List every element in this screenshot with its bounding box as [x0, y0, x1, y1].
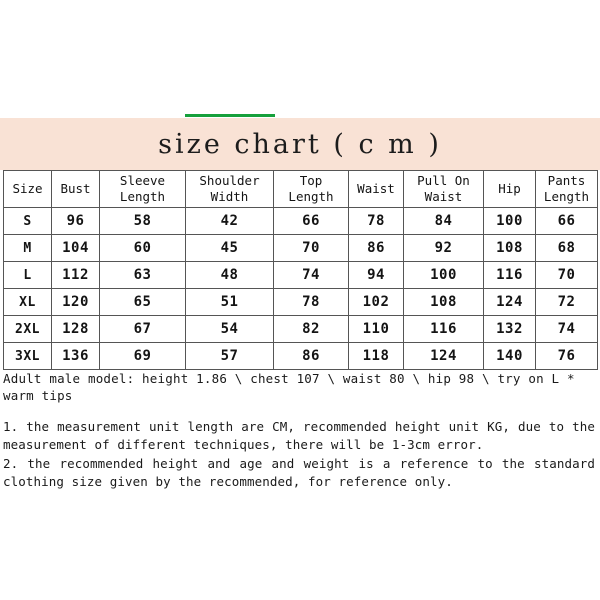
column-header-line: Pants [547, 173, 586, 188]
table-row: M 104 60 45 70 86 92 108 68 [3, 234, 598, 262]
column-header: Shoulder Width [185, 170, 274, 208]
table-row: 3XL 136 69 57 86 118 124 140 76 [3, 342, 598, 370]
table-row: S 96 58 42 66 78 84 100 66 [3, 207, 598, 235]
measurement-cell: 118 [348, 342, 404, 370]
measurement-cell: 116 [403, 315, 484, 343]
measurement-cell: 86 [273, 342, 349, 370]
size-table-container: Size Bust Sleeve Length Shoulder Width Top Leng… [3, 170, 598, 370]
measurement-cell: 58 [99, 207, 186, 235]
size-label-cell: M [3, 234, 52, 262]
measurement-cell: 100 [483, 207, 536, 235]
size-chart-page: size chart ( c m ) Size Bust Sleeve Length S… [0, 0, 600, 600]
column-header-line: Top [299, 173, 323, 188]
title-banner: size chart ( c m ) [0, 118, 600, 170]
size-label-cell: 2XL [3, 315, 52, 343]
measurement-cell: 48 [185, 261, 274, 289]
measurement-cell: 66 [535, 207, 598, 235]
measurement-cell: 65 [99, 288, 186, 316]
measurement-cell: 104 [51, 234, 100, 262]
page-title: size chart ( c m ) [158, 128, 442, 160]
measurement-cell: 86 [348, 234, 404, 262]
green-accent-rule [185, 114, 275, 117]
column-header: Top Length [273, 170, 349, 208]
column-header-line: Sleeve [119, 173, 166, 188]
measurement-cell: 66 [273, 207, 349, 235]
measurement-cell: 74 [535, 315, 598, 343]
notes-section: 1. the measurement unit length are CM, r… [3, 418, 595, 492]
size-label-cell: L [3, 261, 52, 289]
measurement-cell: 116 [483, 261, 536, 289]
column-header-line: Pull On [417, 173, 470, 188]
measurement-cell: 102 [348, 288, 404, 316]
column-header: Waist [348, 170, 404, 208]
measurement-cell: 72 [535, 288, 598, 316]
measurement-cell: 74 [273, 261, 349, 289]
measurement-cell: 63 [99, 261, 186, 289]
measurement-cell: 70 [535, 261, 598, 289]
measurement-cell: 60 [99, 234, 186, 262]
column-header: Bust [51, 170, 100, 208]
measurement-cell: 132 [483, 315, 536, 343]
measurement-cell: 78 [273, 288, 349, 316]
column-header-line: Size [12, 181, 43, 196]
size-label-cell: 3XL [3, 342, 52, 370]
column-header-line: Length [543, 189, 590, 204]
measurement-cell: 82 [273, 315, 349, 343]
measurement-cell: 69 [99, 342, 186, 370]
note-item: 1. the measurement unit length are CM, r… [3, 419, 595, 452]
measurement-cell: 140 [483, 342, 536, 370]
column-header-line: Hip [498, 181, 521, 196]
measurement-cell: 100 [403, 261, 484, 289]
measurement-cell: 68 [535, 234, 598, 262]
model-measurements-note: Adult male model: height 1.86 \ chest 10… [3, 371, 575, 403]
measurement-cell: 136 [51, 342, 100, 370]
column-header: Pants Length [535, 170, 598, 208]
measurement-cell: 67 [99, 315, 186, 343]
column-header-line: Shoulder [199, 173, 260, 188]
column-header: Hip [483, 170, 536, 208]
measurement-cell: 84 [403, 207, 484, 235]
table-header-row: Size Bust Sleeve Length Shoulder Width Top Leng… [3, 170, 598, 208]
table-body: S 96 58 42 66 78 84 100 66 M 104 60 45 70 86 92 108 68 L 11… [3, 207, 598, 370]
column-header-line: Width [210, 189, 249, 204]
table-row: XL 120 65 51 78 102 108 124 72 [3, 288, 598, 316]
size-table: Size Bust Sleeve Length Shoulder Width Top Leng… [3, 170, 598, 370]
measurement-cell: 128 [51, 315, 100, 343]
measurement-cell: 108 [403, 288, 484, 316]
size-label-cell: XL [3, 288, 52, 316]
measurement-cell: 70 [273, 234, 349, 262]
measurement-cell: 110 [348, 315, 404, 343]
measurement-cell: 124 [483, 288, 536, 316]
measurement-cell: 54 [185, 315, 274, 343]
size-label-cell: S [3, 207, 52, 235]
column-header-line: Length [119, 189, 166, 204]
measurement-cell: 108 [483, 234, 536, 262]
column-header: Sleeve Length [99, 170, 186, 208]
measurement-cell: 51 [185, 288, 274, 316]
measurement-cell: 45 [185, 234, 274, 262]
measurement-cell: 57 [185, 342, 274, 370]
column-header-line: Waist [357, 181, 395, 196]
column-header: Size [3, 170, 52, 208]
measurement-cell: 92 [403, 234, 484, 262]
measurement-cell: 124 [403, 342, 484, 370]
measurement-cell: 42 [185, 207, 274, 235]
note-item: 2. the recommended height and age and we… [3, 456, 595, 489]
measurement-cell: 94 [348, 261, 404, 289]
measurement-cell: 76 [535, 342, 598, 370]
column-header: Pull On Waist [403, 170, 484, 208]
table-row: L 112 63 48 74 94 100 116 70 [3, 261, 598, 289]
column-header-line: Bust [60, 181, 91, 196]
column-header-line: Length [288, 189, 334, 204]
table-row: 2XL 128 67 54 82 110 116 132 74 [3, 315, 598, 343]
column-header-line: Waist [424, 189, 463, 204]
measurement-cell: 120 [51, 288, 100, 316]
measurement-cell: 78 [348, 207, 404, 235]
measurement-cell: 112 [51, 261, 100, 289]
measurement-cell: 96 [51, 207, 100, 235]
